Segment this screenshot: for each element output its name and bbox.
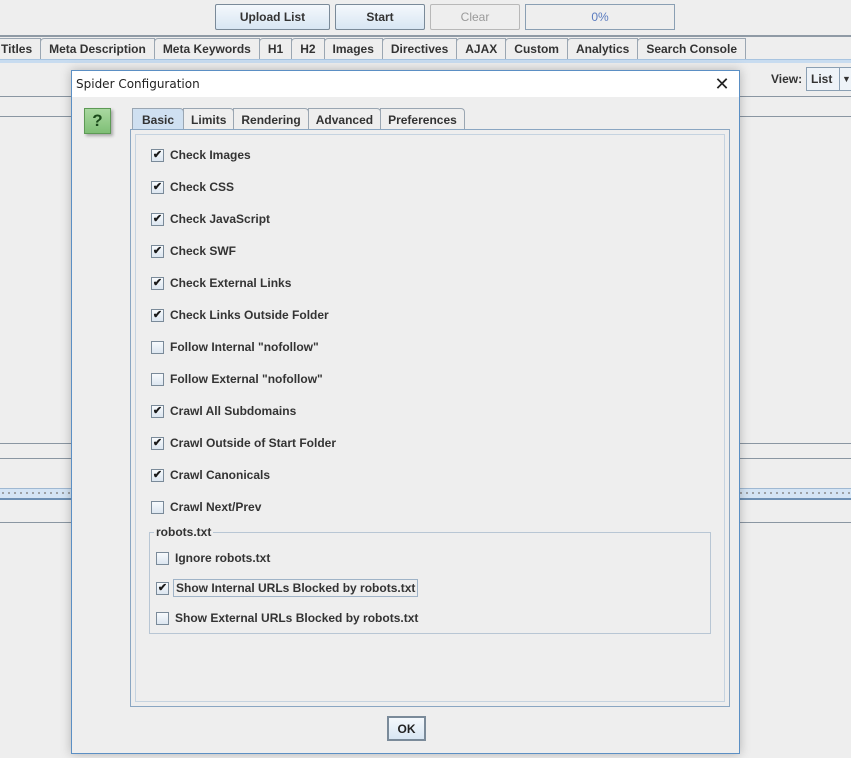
checkbox[interactable]: ✔	[151, 148, 164, 162]
checkbox[interactable]: ✔	[151, 212, 164, 226]
question-mark-icon: ?	[92, 111, 103, 130]
checkbox[interactable]: ✔	[151, 404, 164, 418]
option-follow-external-nofollow[interactable]: Follow External "nofollow"	[151, 371, 325, 387]
checkbox-label: Check Images	[170, 148, 251, 162]
checkbox[interactable]: ✔	[151, 180, 164, 194]
option-check-swf[interactable]: ✔ Check SWF	[151, 243, 238, 259]
tab-meta-description[interactable]: Meta Description	[40, 38, 155, 59]
tab-meta-keywords[interactable]: Meta Keywords	[153, 38, 260, 59]
crawl-progress-bar: 0%	[525, 4, 675, 30]
dialog-title: Spider Configuration	[76, 77, 200, 91]
checkbox-label: Check JavaScript	[170, 212, 271, 226]
option-check-links-outside-folder[interactable]: ✔ Check Links Outside Folder	[151, 307, 331, 323]
checkbox-label: Crawl Next/Prev	[170, 500, 262, 514]
checkbox-label: Follow Internal "nofollow"	[170, 340, 319, 354]
option-crawl-outside-start-folder[interactable]: ✔ Crawl Outside of Start Folder	[151, 435, 338, 451]
option-crawl-canonicals[interactable]: ✔ Crawl Canonicals	[151, 467, 272, 483]
tab-preferences[interactable]: Preferences	[380, 108, 465, 130]
checkbox[interactable]: ✔	[151, 244, 164, 258]
help-button[interactable]: ?	[84, 108, 111, 134]
option-check-external-links[interactable]: ✔ Check External Links	[151, 275, 293, 291]
checkbox-label: Show Internal URLs Blocked by robots.txt	[173, 579, 419, 597]
tab-ajax[interactable]: AJAX	[456, 38, 507, 59]
checkbox[interactable]: ✔	[151, 276, 164, 290]
checkbox[interactable]	[156, 551, 169, 565]
view-select[interactable]: List ▼	[806, 67, 851, 91]
option-follow-internal-nofollow[interactable]: Follow Internal "nofollow"	[151, 339, 321, 355]
robots-txt-legend: robots.txt	[154, 525, 214, 539]
checkbox[interactable]: ✔	[151, 468, 164, 482]
start-button[interactable]: Start	[335, 4, 425, 30]
clear-button: Clear	[430, 4, 520, 30]
checkbox-label: Check SWF	[170, 244, 237, 258]
ok-button[interactable]: OK	[387, 716, 426, 741]
option-check-javascript[interactable]: ✔ Check JavaScript	[151, 211, 272, 227]
tab-titles[interactable]: Titles	[0, 38, 42, 59]
option-crawl-next-prev[interactable]: Crawl Next/Prev	[151, 499, 263, 515]
checkbox-label: Ignore robots.txt	[175, 551, 271, 565]
upload-list-button[interactable]: Upload List	[215, 4, 330, 30]
checkbox-label: Follow External "nofollow"	[170, 372, 323, 386]
tab-h2[interactable]: H2	[291, 38, 325, 59]
chevron-down-icon[interactable]: ▼	[839, 68, 851, 90]
tab-rendering[interactable]: Rendering	[233, 108, 309, 130]
view-selected-value: List	[811, 72, 833, 86]
close-icon[interactable]: ✕	[705, 71, 739, 97]
checkbox[interactable]	[151, 340, 164, 354]
tab-images[interactable]: Images	[323, 38, 383, 59]
tab-analytics[interactable]: Analytics	[566, 38, 639, 59]
basic-tab-panel: ✔ Check Images ✔ Check CSS ✔ Check JavaS…	[130, 129, 730, 707]
config-tabs: Basic Limits Rendering Advanced Preferen…	[132, 108, 465, 130]
tab-basic[interactable]: Basic	[132, 108, 185, 130]
progress-text: 0%	[591, 10, 609, 24]
option-show-internal-blocked[interactable]: ✔ Show Internal URLs Blocked by robots.t…	[156, 579, 419, 597]
checkbox-label: Crawl Outside of Start Folder	[170, 436, 337, 450]
checkbox[interactable]: ✔	[151, 308, 164, 322]
tab-custom[interactable]: Custom	[505, 38, 568, 59]
checkbox-label: Crawl All Subdomains	[170, 404, 297, 418]
checkbox-label: Crawl Canonicals	[170, 468, 271, 482]
checkbox[interactable]: ✔	[151, 436, 164, 450]
checkbox-label: Check CSS	[170, 180, 235, 194]
checkbox-label: Check Links Outside Folder	[170, 308, 329, 322]
tabstrip-divider	[0, 35, 851, 37]
option-ignore-robots[interactable]: Ignore robots.txt	[156, 550, 272, 566]
checkbox[interactable]: ✔	[156, 581, 169, 595]
robots-txt-group: robots.txt Ignore robots.txt ✔ Show Inte…	[149, 525, 711, 634]
dialog-titlebar: Spider Configuration ✕	[72, 71, 739, 97]
tab-advanced[interactable]: Advanced	[307, 108, 382, 130]
tab-content-border	[0, 59, 851, 63]
option-check-images[interactable]: ✔ Check Images	[151, 147, 253, 163]
option-crawl-all-subdomains[interactable]: ✔ Crawl All Subdomains	[151, 403, 298, 419]
checkbox[interactable]	[151, 372, 164, 386]
tab-h1[interactable]: H1	[258, 38, 293, 59]
checkbox[interactable]	[151, 500, 164, 514]
view-label: View:	[771, 72, 803, 86]
option-show-external-blocked[interactable]: Show External URLs Blocked by robots.txt	[156, 610, 420, 626]
spider-configuration-dialog: Spider Configuration ✕ ? Basic Limits Re…	[71, 70, 740, 754]
option-check-css[interactable]: ✔ Check CSS	[151, 179, 236, 195]
main-tabs: Titles Meta Description Meta Keywords H1…	[0, 38, 747, 59]
checkbox-label: Show External URLs Blocked by robots.txt	[175, 611, 419, 625]
checkbox-label: Check External Links	[170, 276, 292, 290]
tab-search-console[interactable]: Search Console	[637, 38, 747, 59]
checkbox[interactable]	[156, 611, 169, 625]
tab-directives[interactable]: Directives	[381, 38, 458, 59]
tab-limits[interactable]: Limits	[183, 108, 235, 130]
